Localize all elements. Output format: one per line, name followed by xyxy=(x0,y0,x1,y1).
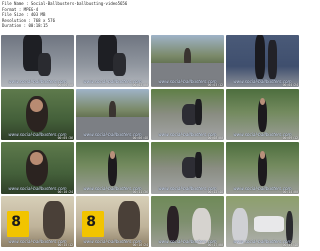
video-thumbnail: www.social-ballbusters.com 00:12:48 xyxy=(151,142,224,194)
video-thumbnail: www.social-ballbusters.com 00:10:24 xyxy=(1,142,74,194)
file-info-header: File Name : Social-Ballbusters-ballbusti… xyxy=(2,1,298,29)
video-thumbnail: www.social-ballbusters.com 00:03:12 xyxy=(151,35,224,87)
timestamp: 00:09:12 xyxy=(282,136,298,140)
timestamp: 00:14:00 xyxy=(282,189,298,194)
timestamp: 00:15:12 xyxy=(57,243,73,247)
thumbnail-figure xyxy=(253,216,285,232)
timestamp: 00:04:24 xyxy=(282,82,298,87)
timestamp: 00:05:36 xyxy=(57,136,73,140)
video-thumbnail: www.social-ballbusters.com 00:04:24 xyxy=(226,35,299,87)
timestamp: 00:03:12 xyxy=(207,82,223,87)
thumbnail-figure xyxy=(268,40,278,79)
timestamp: 00:00:50 xyxy=(57,82,73,87)
video-thumbnail: www.social-ballbusters.com 00:05:36 xyxy=(1,88,74,140)
thumbnail-figure xyxy=(194,152,203,179)
video-thumbnail: www.social-ballbusters.com 00:08:00 xyxy=(151,88,224,140)
timestamp: 00:16:24 xyxy=(132,243,148,247)
video-thumbnail: 8 www.social-ballbusters.com 00:16:24 xyxy=(76,195,149,247)
video-thumbnail: www.social-ballbusters.com 00:11:36 xyxy=(76,142,149,194)
thumbnail-grid: www.social-ballbusters.com 00:00:50 www.so… xyxy=(1,35,299,250)
file-duration: Duration : 00:18:15 xyxy=(2,23,48,28)
thumbnail-figure xyxy=(194,98,203,125)
sign-number: 8 xyxy=(11,213,21,230)
timestamp: 00:17:48 xyxy=(282,243,298,247)
thumbnail-figure xyxy=(255,35,266,79)
thumbnail-figure xyxy=(30,98,44,112)
timestamp: 00:02:00 xyxy=(132,82,148,87)
timestamp: 00:11:36 xyxy=(132,189,148,194)
timestamp: 00:08:00 xyxy=(207,136,223,140)
timestamp: 00:12:48 xyxy=(207,189,223,194)
video-thumbnail: www.social-ballbusters.com 00:09:12 xyxy=(226,88,299,140)
video-thumbnail: www.social-ballbusters.com 00:17:48 xyxy=(226,195,299,247)
timestamp: 00:10:24 xyxy=(57,189,73,194)
video-thumbnail: www.social-ballbusters.com 00:02:00 xyxy=(76,35,149,87)
thumbnail-figure xyxy=(112,53,126,77)
video-thumbnail: www.social-ballbusters.com 00:00:50 xyxy=(1,35,74,87)
timestamp: 00:17:00 xyxy=(207,243,223,247)
thumbnail-figure xyxy=(167,205,179,242)
thumbnail-figure xyxy=(43,200,66,240)
thumbnail-figure xyxy=(37,53,51,77)
timestamp: 00:06:48 xyxy=(132,136,148,140)
video-thumbnail: www.social-ballbusters.com 00:17:00 xyxy=(151,195,224,247)
video-thumbnail: www.social-ballbusters.com 00:14:00 xyxy=(226,142,299,194)
thumbnail-figure xyxy=(118,200,141,240)
video-thumbnail: 8 www.social-ballbusters.com 00:15:12 xyxy=(1,195,74,247)
sign-number: 8 xyxy=(86,213,96,230)
video-thumbnail: www.social-ballbusters.com 00:06:48 xyxy=(76,88,149,140)
